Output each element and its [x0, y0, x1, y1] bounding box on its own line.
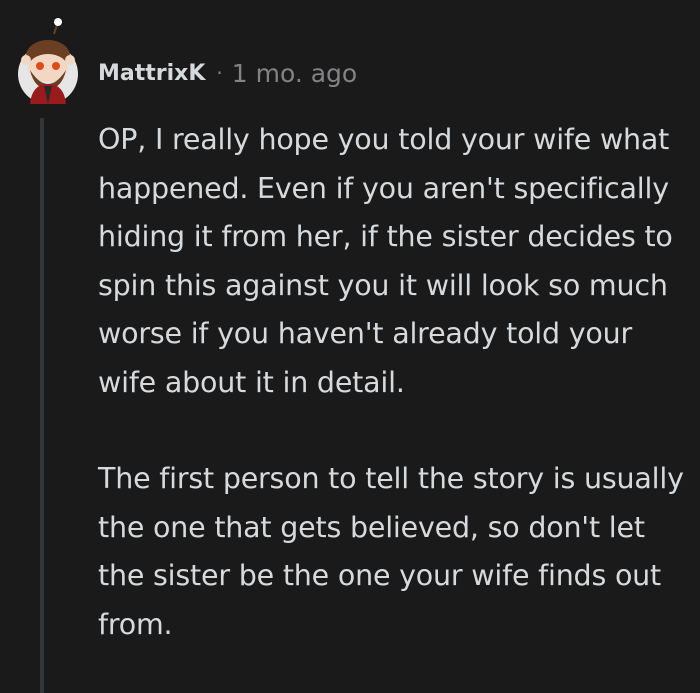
user-avatar-icon[interactable] — [16, 18, 80, 106]
comment: MattrixK · 1 mo. ago OP, I really hope y… — [0, 0, 700, 693]
comment-timestamp[interactable]: 1 mo. ago — [232, 59, 357, 88]
comment-paragraph: OP, I really hope you told your wife wha… — [98, 123, 673, 399]
meta-separator: · — [216, 61, 223, 85]
thread-collapse-line[interactable] — [40, 118, 44, 693]
author-name[interactable]: MattrixK — [98, 61, 205, 86]
comment-body: OP, I really hope you told your wife wha… — [98, 116, 688, 649]
comment-paragraph: The first person to tell the story is us… — [98, 462, 684, 641]
comment-header: MattrixK · 1 mo. ago — [98, 56, 357, 90]
